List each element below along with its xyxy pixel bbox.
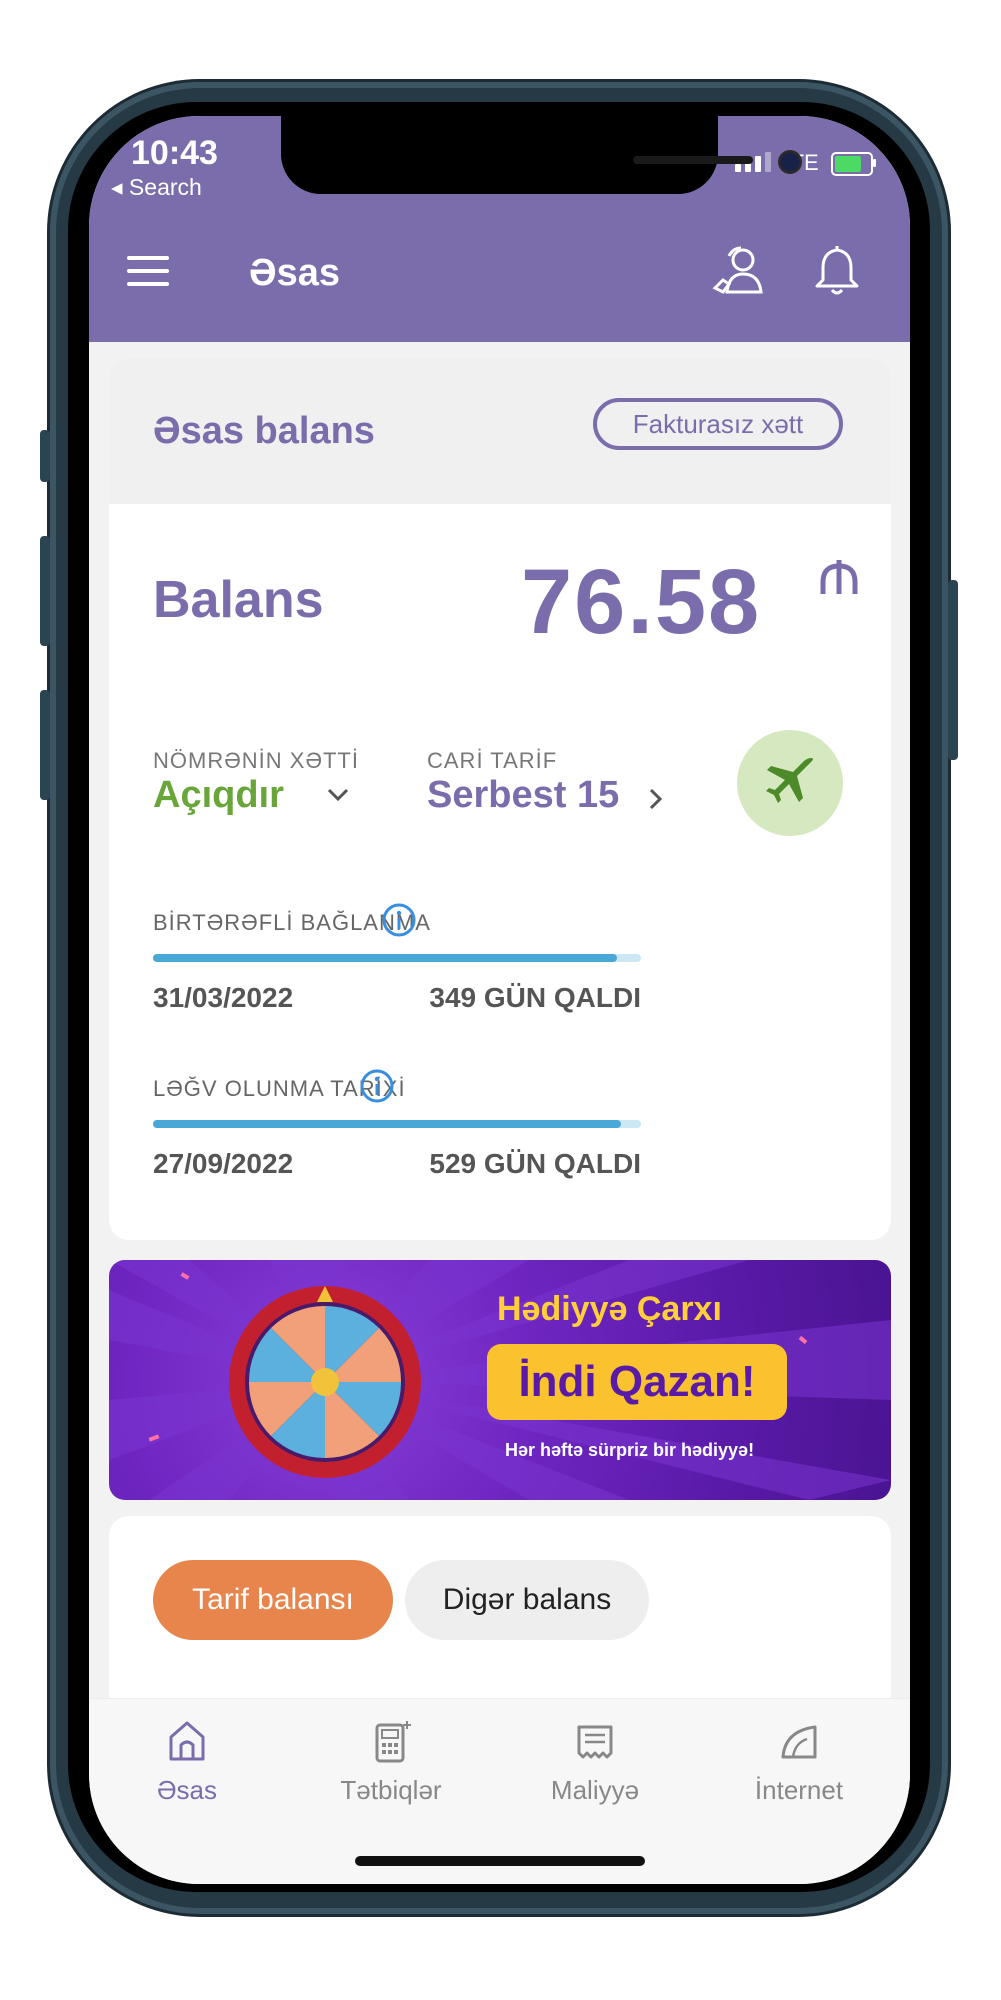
finance-icon — [577, 1725, 613, 1759]
prize-wheel-banner[interactable]: Hədiyyə Çarxı İndi Qazan! Hər həftə sürp… — [109, 1260, 891, 1500]
condition-date: 27/09/2022 — [153, 1148, 294, 1179]
nav-item-finance[interactable]: Maliyyə — [505, 1719, 685, 1829]
condition-days-left: 529 GÜN QALDI — [429, 1148, 641, 1179]
line-status-value[interactable]: Açıqdır — [153, 774, 284, 817]
nav-label-apps: Tətbiqlər — [340, 1775, 442, 1805]
nav-label-internet: İnternet — [754, 1775, 844, 1805]
balance-card-title: Əsas balans — [153, 410, 375, 452]
bell-icon[interactable] — [813, 244, 861, 298]
back-to-search-link[interactable]: ◂ Search — [111, 174, 202, 201]
condition-date: 31/03/2022 — [153, 982, 294, 1013]
apps-icon — [375, 1721, 411, 1763]
battery-tip — [873, 159, 876, 167]
app-header — [89, 226, 910, 342]
info-icon[interactable] — [359, 1068, 395, 1104]
nav-label-home: Əsas — [156, 1775, 218, 1805]
manat-currency-icon — [820, 560, 858, 594]
chevron-down-icon[interactable] — [327, 788, 349, 802]
nav-label-finance: Maliyyə — [550, 1775, 640, 1805]
current-tariff-label: CARİ TARİF — [427, 748, 558, 773]
internet-icon — [781, 1725, 817, 1759]
condition-progress-fill — [153, 1120, 622, 1128]
status-time: 10:43 — [131, 134, 218, 172]
nav-item-apps[interactable]: Tətbiqlər — [301, 1719, 481, 1829]
tab-other-balance[interactable]: Digər balans — [405, 1560, 649, 1640]
banner-subtitle: Hər həftə sürpriz bir hədiyyə! — [505, 1440, 755, 1460]
condition-progress-fill — [153, 954, 617, 962]
tab-tariff-balance[interactable]: Tarif balansı — [153, 1560, 393, 1640]
balance-tabs-card: Tarif balansı Digər balans — [109, 1516, 891, 1716]
airplane-icon — [766, 758, 813, 803]
notch — [281, 116, 802, 194]
info-icon[interactable] — [381, 902, 417, 938]
hamburger-menu-icon[interactable] — [127, 256, 169, 286]
phone-mute-switch — [40, 430, 50, 482]
prize-wheel-icon — [229, 1286, 421, 1478]
chevron-right-icon[interactable] — [649, 788, 663, 810]
phone-volume-down-button — [40, 690, 50, 800]
line-status-label: NÖMRƏNİN XƏTTİ — [153, 748, 359, 773]
nav-item-home[interactable]: Əsas — [97, 1719, 277, 1829]
front-camera — [778, 150, 802, 174]
condition-days-left: 349 GÜN QALDI — [429, 982, 641, 1013]
balance-value: 76.58 — [521, 551, 762, 653]
speaker — [633, 156, 753, 164]
roaming-button[interactable] — [737, 730, 843, 836]
condition-progress-bar — [153, 1120, 641, 1128]
banner-cta-button[interactable]: İndi Qazan! — [487, 1344, 787, 1420]
home-icon — [169, 1721, 205, 1761]
profile-switch-icon[interactable] — [709, 244, 769, 298]
phone-volume-up-button — [40, 536, 50, 646]
phone-power-button — [948, 580, 958, 760]
banner-title: Hədiyyə Çarxı — [497, 1290, 722, 1328]
condition-progress-bar — [153, 954, 641, 962]
phone-screen: 10:43 ◂ Search LTE Əsas Əsas balans Fakt… — [89, 116, 910, 1884]
page-title: Əsas — [249, 252, 340, 294]
main-balance-card: Əsas balans Fakturasız xətt Balans 76.58… — [109, 358, 891, 1240]
home-indicator[interactable] — [355, 1856, 645, 1866]
battery-icon — [831, 152, 873, 176]
balance-card-header: Əsas balans Fakturasız xətt — [109, 358, 891, 504]
current-tariff-value[interactable]: Serbest 15 — [427, 774, 619, 817]
nav-item-internet[interactable]: İnternet — [709, 1719, 889, 1829]
fakturasiz-xett-button[interactable]: Fakturasız xətt — [593, 398, 843, 450]
balance-label: Balans — [153, 571, 324, 629]
